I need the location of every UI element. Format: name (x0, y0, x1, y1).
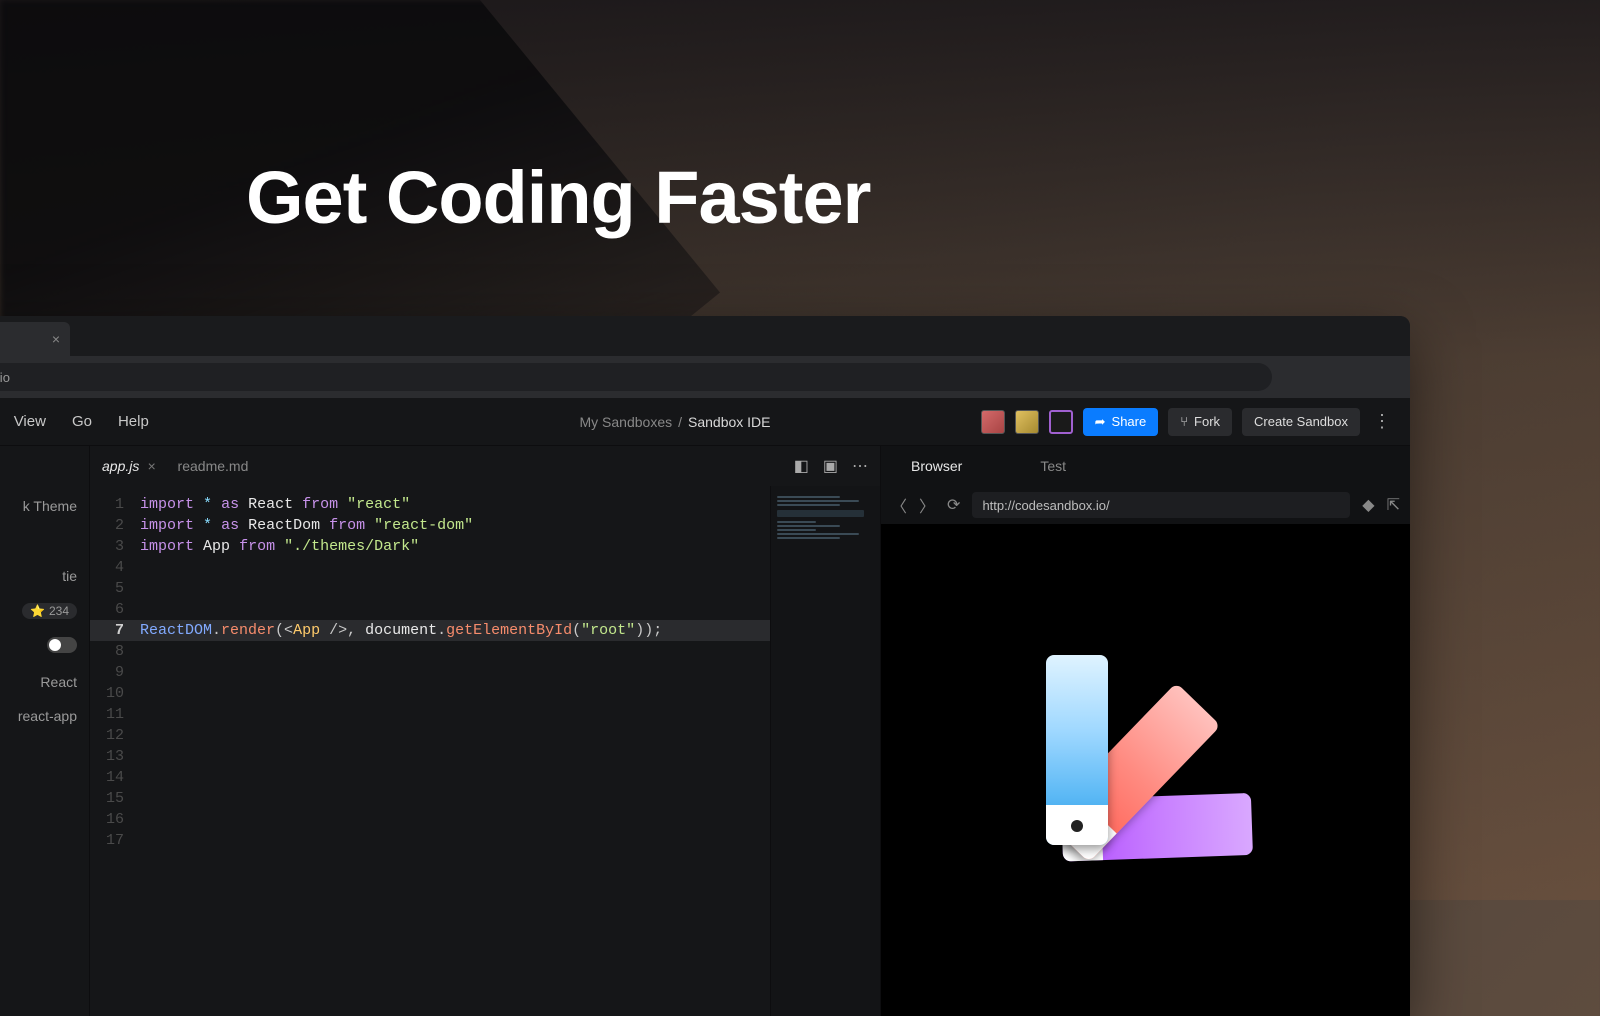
code-editor[interactable]: 1import * as React from "react" 2import … (90, 486, 770, 1016)
star-icon: ⭐ (30, 604, 45, 618)
sidebar-item[interactable]: tie (0, 562, 89, 590)
ide: ction View Go Help My Sandboxes / Sandbo… (0, 398, 1410, 1016)
preview-artwork (1046, 655, 1246, 885)
avatar[interactable] (1049, 410, 1073, 434)
menu-item[interactable]: Go (72, 413, 92, 430)
line-number: 9 (90, 662, 140, 683)
share-icon: ➦ (1095, 414, 1106, 430)
create-sandbox-button[interactable]: Create Sandbox (1242, 408, 1360, 436)
ide-sidebar: k Theme tie ⭐ 234 React react-app (0, 446, 90, 1016)
line-number: 5 (90, 578, 140, 599)
line-number: 8 (90, 641, 140, 662)
line-number: 17 (90, 830, 140, 851)
avatar[interactable] (1015, 410, 1039, 434)
line-number: 16 (90, 809, 140, 830)
line-number: 11 (90, 704, 140, 725)
more-icon[interactable]: ⋯ (852, 456, 868, 476)
line-number: 3 (90, 536, 140, 557)
browser-window: box × dbox.io ction View Go Help My Sand… (0, 316, 1410, 1016)
menu-item[interactable]: Help (118, 413, 149, 430)
breadcrumb[interactable]: My Sandboxes / Sandbox IDE (580, 414, 771, 430)
preview-url-bar[interactable]: http://codesandbox.io/ (972, 492, 1350, 518)
editor-tab-active[interactable]: app.js × (102, 458, 156, 474)
preview-body (881, 524, 1410, 1016)
fork-button[interactable]: ⑂ Fork (1168, 408, 1232, 436)
menubar-right: ➦ Share ⑂ Fork Create Sandbox ⋮ (981, 408, 1394, 436)
menu-item[interactable]: View (14, 413, 46, 430)
editor-tab-actions: ◧ ▣ ⋯ (794, 456, 868, 476)
line-number: 10 (90, 683, 140, 704)
sidebar-toggle-row[interactable] (0, 631, 89, 662)
line-number: 1 (90, 494, 140, 515)
breadcrumb-separator: / (678, 414, 682, 430)
ide-body: k Theme tie ⭐ 234 React react-app app.js (0, 446, 1410, 1016)
sidebar-app-name: react-app (0, 702, 89, 730)
create-sandbox-label: Create Sandbox (1254, 414, 1348, 429)
sidebar-stars: ⭐ 234 (0, 596, 89, 625)
fork-button-label: Fork (1194, 414, 1220, 429)
line-number: 14 (90, 767, 140, 788)
hero-title: Get Coding Faster (246, 155, 870, 240)
layout-icon[interactable]: ◆ (1362, 495, 1374, 515)
star-count: 234 (49, 604, 69, 618)
swatch-blue-icon (1046, 655, 1108, 845)
forward-icon[interactable]: 〉 (919, 493, 935, 517)
preview-url-text: http://codesandbox.io/ (982, 498, 1109, 513)
preview-tab-test[interactable]: Test (1040, 458, 1066, 474)
line-number: 2 (90, 515, 140, 536)
browser-tab-strip: box × (0, 316, 1410, 356)
breadcrumb-current: Sandbox IDE (688, 414, 771, 430)
back-icon[interactable]: 〈 (891, 493, 907, 517)
browser-tab[interactable]: box × (0, 322, 70, 356)
share-button-label: Share (1112, 414, 1147, 429)
browser-address-bar[interactable]: dbox.io (0, 363, 1272, 391)
breadcrumb-parent: My Sandboxes (580, 414, 673, 430)
browser-address-row: dbox.io (0, 356, 1410, 398)
share-button[interactable]: ➦ Share (1083, 408, 1159, 436)
preview-panel: Browser Test 〈 〉 ⟳ http://codesandbox.io… (880, 446, 1410, 1016)
more-icon[interactable]: ⋮ (1370, 411, 1394, 432)
line-number: 7 (90, 620, 140, 641)
editor-tab-label: readme.md (178, 458, 249, 474)
code-area[interactable]: 1import * as React from "react" 2import … (90, 486, 880, 1016)
avatar[interactable] (981, 410, 1005, 434)
sidebar-item-theme[interactable]: k Theme (0, 492, 89, 520)
preview-toolbar: 〈 〉 ⟳ http://codesandbox.io/ ◆ ⇱ (881, 486, 1410, 524)
preview-tab-browser[interactable]: Browser (911, 458, 962, 474)
editor-tabs: app.js × readme.md ◧ ▣ ⋯ (90, 446, 880, 486)
line-number: 6 (90, 599, 140, 620)
browser-address-text: dbox.io (0, 370, 10, 385)
toggle-icon[interactable] (47, 637, 77, 653)
editor-tab[interactable]: readme.md (178, 458, 249, 474)
ide-menubar: ction View Go Help My Sandboxes / Sandbo… (0, 398, 1410, 446)
preview-tabs: Browser Test (881, 446, 1410, 486)
reload-icon[interactable]: ⟳ (947, 495, 960, 515)
open-external-icon[interactable]: ⇱ (1387, 495, 1400, 515)
line-number: 13 (90, 746, 140, 767)
minimap[interactable] (770, 486, 880, 1016)
close-icon[interactable]: × (52, 331, 60, 347)
line-number: 12 (90, 725, 140, 746)
menubar-items: ction View Go Help (0, 413, 149, 430)
close-icon[interactable]: × (147, 458, 155, 474)
editor-pane: app.js × readme.md ◧ ▣ ⋯ 1import * as Re… (90, 446, 880, 1016)
sidebar-framework: React (0, 668, 89, 696)
layout-preview-icon[interactable]: ▣ (823, 456, 838, 476)
line-number: 15 (90, 788, 140, 809)
editor-tab-label: app.js (102, 458, 139, 474)
layout-columns-icon[interactable]: ◧ (794, 456, 809, 476)
fork-icon: ⑂ (1180, 414, 1188, 429)
line-number: 4 (90, 557, 140, 578)
